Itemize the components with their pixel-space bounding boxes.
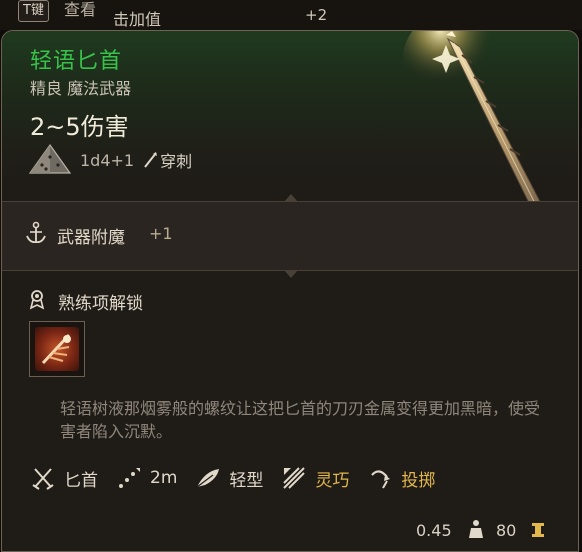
item-rarity-type: 精良 魔法武器	[30, 79, 132, 98]
rush-attack-skill-icon	[35, 327, 79, 371]
attack-bonus-label: 击加值	[113, 10, 162, 29]
damage-type: 穿刺	[160, 152, 193, 171]
attack-bonus-value: +2	[305, 6, 328, 24]
property-finesse[interactable]: 灵巧	[281, 465, 349, 491]
property-light-label: 轻型	[229, 470, 264, 491]
view-label: 查看	[64, 0, 97, 19]
proficiency-skill-slot[interactable]	[29, 321, 85, 377]
background-tooltip-strip: T键 查看 击加值 +2	[0, 0, 582, 30]
property-dagger[interactable]: 匕首	[30, 465, 98, 491]
finesse-slash-icon	[283, 467, 306, 489]
weight-icon	[469, 520, 483, 538]
d4-dice-icon	[28, 143, 72, 174]
property-dagger-label: 匕首	[64, 470, 98, 491]
item-tooltip: 轻语匕首 精良 魔法武器 2~5伤害 1d4+1 穿刺 武器附魔 +1 熟练项解…	[1, 30, 579, 552]
item-description: 轻语树液那烟雾般的螺纹让这把匕首的刀刃金属变得更加黑暗，使受害者陷入沉默。	[60, 399, 541, 441]
enchantment-anchor-icon	[26, 221, 46, 244]
property-thrown[interactable]: 投掷	[367, 465, 435, 491]
divider-notch	[284, 270, 298, 278]
property-thrown-label: 投掷	[401, 470, 436, 491]
weapon-properties: 匕首 2m 轻型 灵巧 投掷	[30, 463, 453, 493]
divider-notch	[284, 194, 298, 202]
property-finesse-label: 灵巧	[315, 470, 350, 491]
damage-dice-row: 1d4+1 穿刺	[28, 143, 192, 177]
feather-icon	[197, 469, 220, 488]
weapon-enchantment-value: +1	[149, 224, 173, 243]
proficiency-medal-icon	[29, 290, 45, 310]
thrown-arc-icon	[371, 470, 391, 489]
damage-dice: 1d4+1	[80, 150, 135, 170]
proficiency-unlock-label: 熟练项解锁	[58, 294, 143, 314]
property-range-label: 2m	[150, 468, 178, 488]
key-hint-badge[interactable]: T键	[18, 0, 49, 22]
crossed-daggers-icon	[32, 468, 54, 490]
property-light[interactable]: 轻型	[195, 465, 263, 491]
item-name: 轻语匕首	[30, 49, 123, 74]
property-range[interactable]: 2m	[116, 465, 177, 491]
range-dots-icon	[119, 468, 140, 488]
weapon-enchantment-label: 武器附魔	[57, 228, 125, 248]
item-weight: 0.45	[416, 521, 452, 540]
item-price: 80	[496, 521, 517, 540]
damage-range: 2~5伤害	[30, 113, 129, 141]
gold-coin-icon	[532, 523, 544, 537]
piercing-icon	[144, 152, 158, 168]
